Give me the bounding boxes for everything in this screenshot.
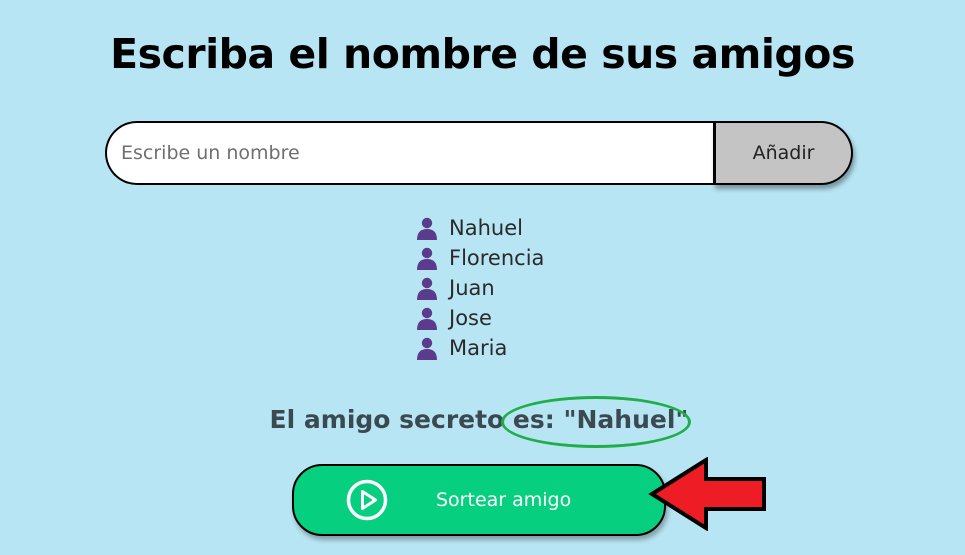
list-item: Jose	[415, 303, 544, 333]
page-title: Escriba el nombre de sus amigos	[110, 30, 855, 78]
add-button[interactable]: Añadir	[713, 121, 853, 185]
highlight-ellipse	[501, 396, 691, 448]
person-icon	[417, 217, 437, 240]
friend-name: Juan	[449, 276, 495, 300]
friend-name: Nahuel	[449, 216, 523, 240]
friend-name: Jose	[449, 306, 492, 330]
secret-friend-result: El amigo secreto es: "Nahuel"	[269, 405, 689, 434]
add-friend-form: Añadir	[105, 121, 853, 185]
friends-list: Nahuel Florencia Juan Jose Maria	[415, 213, 544, 363]
person-icon	[417, 337, 437, 360]
play-icon	[346, 479, 388, 521]
friend-name: Maria	[449, 336, 508, 360]
person-icon	[417, 247, 437, 270]
list-item: Juan	[415, 273, 544, 303]
arrow-icon	[648, 457, 766, 531]
friend-name: Florencia	[449, 246, 545, 270]
name-input[interactable]	[105, 121, 713, 185]
draw-button-label: Sortear amigo	[436, 489, 572, 511]
draw-friend-button[interactable]: Sortear amigo	[292, 464, 666, 536]
list-item: Florencia	[415, 243, 544, 273]
person-icon	[417, 277, 437, 300]
list-item: Maria	[415, 333, 544, 363]
list-item: Nahuel	[415, 213, 544, 243]
person-icon	[417, 307, 437, 330]
